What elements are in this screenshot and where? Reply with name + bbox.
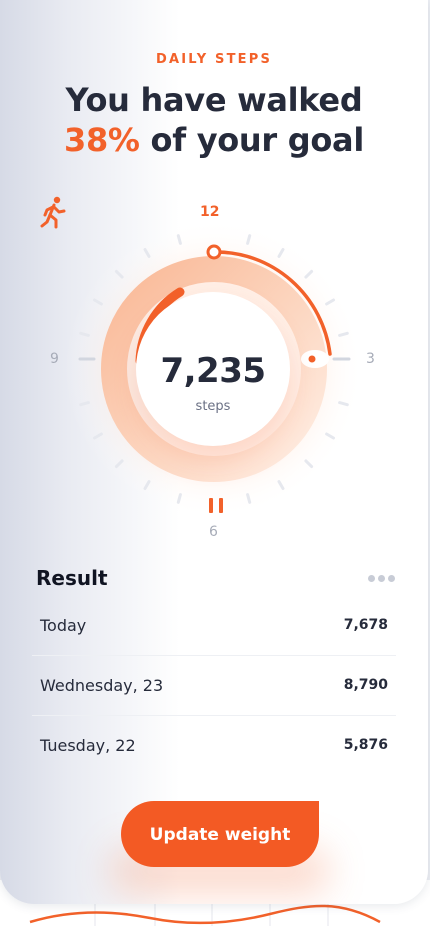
headline-line-1: You have walked (65, 81, 363, 119)
list-item[interactable]: Tuesday, 22 5,876 (32, 716, 396, 775)
dot (388, 575, 395, 582)
dial-tick (79, 331, 90, 337)
headline-line-2: 38% of your goal (0, 120, 428, 160)
row-label: Today (40, 616, 87, 635)
pause-icon[interactable] (206, 498, 226, 516)
section-eyebrow: DAILY STEPS (155, 52, 273, 67)
list-item[interactable]: Today 7,678 (32, 596, 396, 656)
step-dial: 12 9 3 6 7,235 steps (40, 196, 388, 546)
pause-bar-left (209, 498, 213, 513)
dot (368, 575, 375, 582)
dial-tick (79, 401, 90, 407)
dot (378, 575, 385, 582)
result-list: Today 7,678 Wednesday, 23 8,790 Tuesday,… (32, 596, 396, 775)
dial-tick (176, 234, 182, 245)
walking-person-icon (40, 196, 66, 229)
result-title: Result (36, 566, 108, 590)
steps-count: 7,235 (160, 351, 266, 391)
more-dots-icon[interactable] (364, 574, 398, 584)
dial-label-9: 9 (50, 351, 59, 367)
row-value: 7,678 (343, 617, 388, 633)
row-value: 5,876 (343, 737, 388, 753)
page-title: You have walked 38% of your goal (0, 80, 428, 160)
row-value: 8,790 (343, 677, 388, 693)
goal-percent: 38% (64, 121, 140, 159)
dial-tick (246, 493, 252, 504)
dial-label-3: 3 (366, 351, 375, 367)
list-item[interactable]: Wednesday, 23 8,790 (32, 656, 396, 716)
dial-label-12: 12 (200, 204, 220, 220)
headline-line-2-rest: of your goal (139, 121, 365, 159)
dial-tick (246, 234, 252, 245)
row-label: Wednesday, 23 (40, 676, 164, 695)
pause-bar-right (219, 498, 223, 513)
steps-unit: steps (195, 399, 231, 414)
row-label: Tuesday, 22 (40, 736, 136, 755)
update-weight-button[interactable]: Update weight (121, 801, 319, 867)
dial-label-6: 6 (209, 524, 218, 540)
main-card: DAILY STEPS You have walked 38% of your … (0, 0, 428, 904)
handle-dot (308, 355, 316, 363)
dial-tick (338, 331, 349, 337)
dial-tick (176, 493, 182, 504)
start-marker (206, 244, 222, 260)
dial-tick (338, 401, 349, 407)
